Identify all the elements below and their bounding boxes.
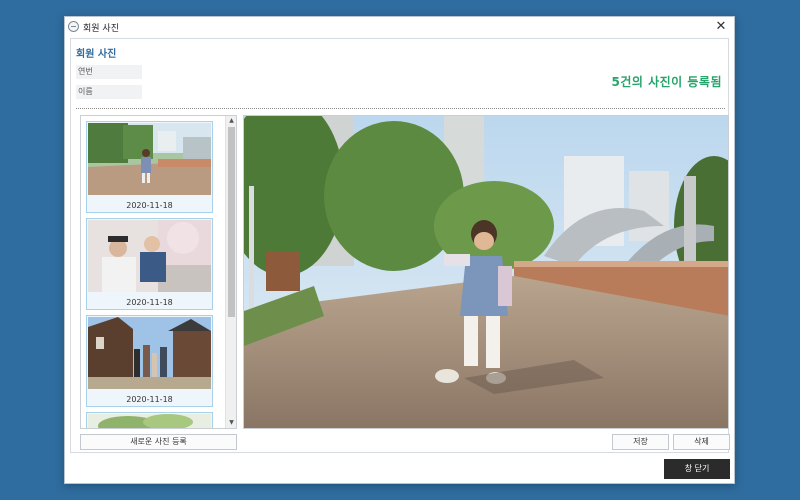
thumbnail-image: [88, 123, 211, 195]
app-logo-icon: [68, 21, 79, 32]
close-window-button[interactable]: 창 닫기: [664, 459, 730, 479]
thumbnail-scrollbar[interactable]: ▲ ▼: [225, 116, 236, 428]
thumbnail-image: [88, 220, 211, 292]
delete-button[interactable]: 삭제: [673, 434, 730, 450]
scroll-down-icon[interactable]: ▼: [226, 418, 236, 428]
thumbnail-item[interactable]: [86, 412, 213, 428]
thumbnail-image: [88, 317, 211, 389]
title-bar: 회원 사진 ✕: [65, 17, 734, 37]
photo-count-label: 5건의 사진이 등록됨: [611, 75, 722, 89]
name-field: 이름: [76, 85, 142, 99]
member-photo-window: 회원 사진 ✕ 회원 사진 연번 이름 5건의 사진이 등록됨 2020-11-…: [64, 16, 735, 484]
thumbnail-list[interactable]: 2020-11-18 2020-11-18 2020-11-18 ▲ ▼: [80, 115, 237, 429]
save-button[interactable]: 저장: [612, 434, 669, 450]
photo-panel: 회원 사진 연번 이름 5건의 사진이 등록됨 2020-11-18 2020-…: [70, 38, 730, 453]
thumbnail-image: [88, 414, 211, 428]
scroll-up-icon[interactable]: ▲: [226, 116, 236, 126]
add-photo-button[interactable]: 새로운 사진 등록: [80, 434, 237, 450]
window-title: 회원 사진: [83, 24, 119, 34]
scroll-thumb[interactable]: [228, 127, 235, 317]
serial-number-field: 연번: [76, 65, 142, 79]
thumbnail-item[interactable]: 2020-11-18: [86, 121, 213, 213]
thumbnail-date: 2020-11-18: [126, 395, 173, 404]
divider: [76, 108, 725, 109]
thumbnail-date: 2020-11-18: [126, 298, 173, 307]
thumbnail-item[interactable]: 2020-11-18: [86, 218, 213, 310]
thumbnail-item[interactable]: 2020-11-18: [86, 315, 213, 407]
thumbnail-date: 2020-11-18: [126, 201, 173, 210]
photo-preview: [243, 115, 729, 429]
panel-title: 회원 사진: [76, 49, 117, 60]
close-icon[interactable]: ✕: [712, 18, 730, 36]
